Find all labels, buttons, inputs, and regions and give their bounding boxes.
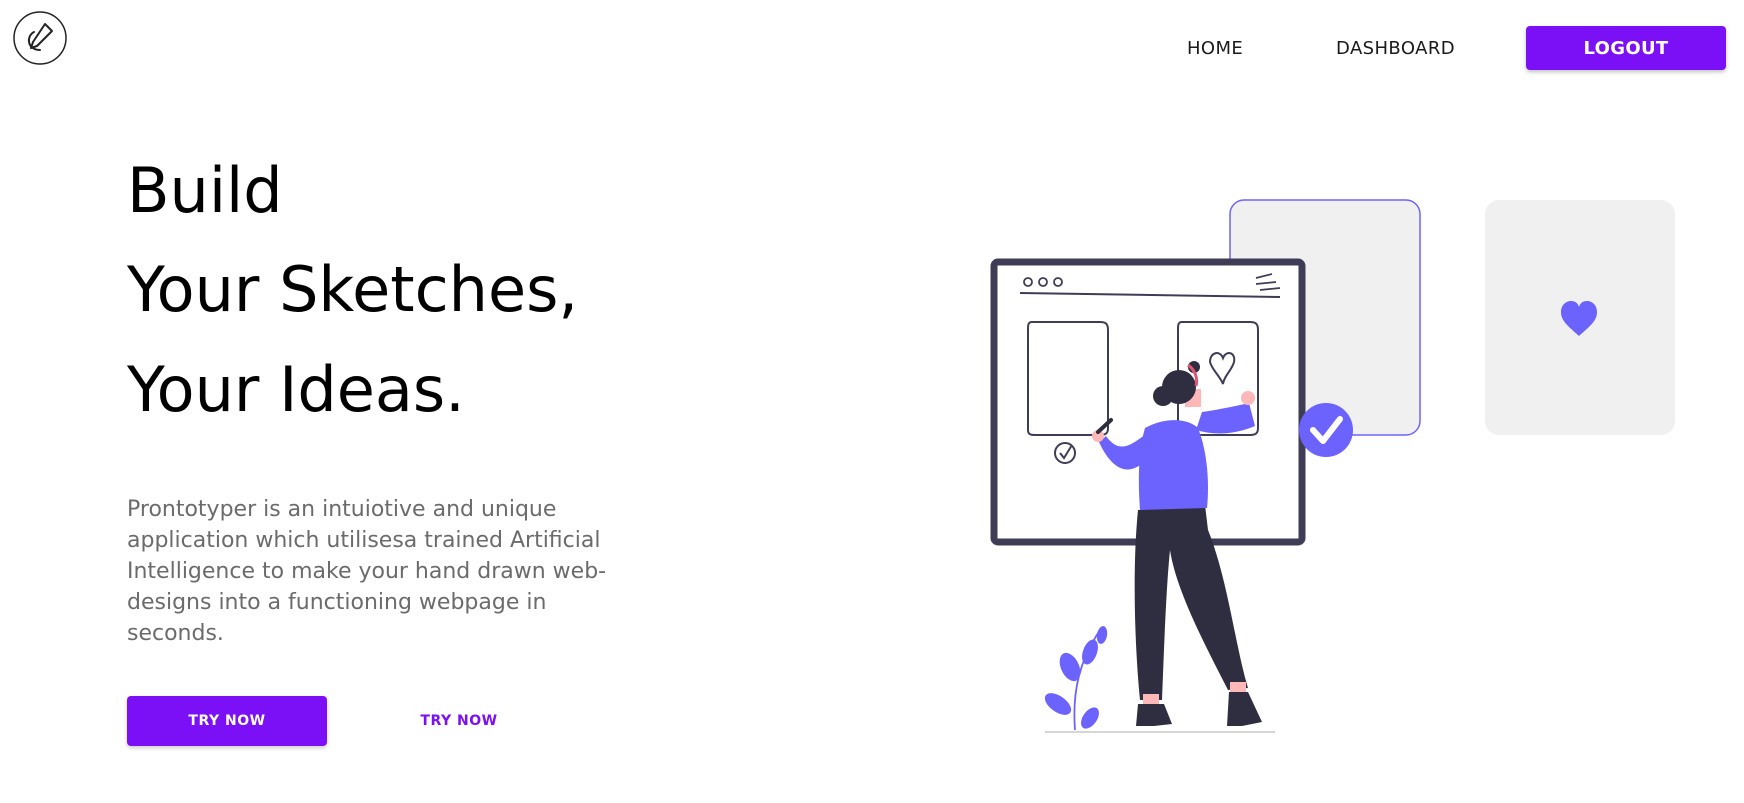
try-now-text-button[interactable]: TRY NOW [409,706,509,736]
check-circle-icon [1299,403,1353,457]
hero-title-line-2: Your Sketches, [127,253,579,326]
hero-title-line-1: Build [127,154,283,227]
logout-button[interactable]: LOGOUT [1526,26,1726,70]
heart-card [1485,200,1675,435]
try-now-button[interactable]: TRY NOW [127,696,327,746]
nav-home-link[interactable]: HOME [1187,38,1243,59]
plant-icon [1044,626,1108,731]
hero-illustration [980,190,1680,740]
hero-description: Prontotyper is an intuiotive and unique … [127,497,607,646]
nav-dashboard-link[interactable]: DASHBOARD [1336,38,1455,59]
pencil-circle-icon [13,11,67,65]
logo[interactable] [12,10,68,66]
hero-title-line-3: Your Ideas. [127,353,465,426]
